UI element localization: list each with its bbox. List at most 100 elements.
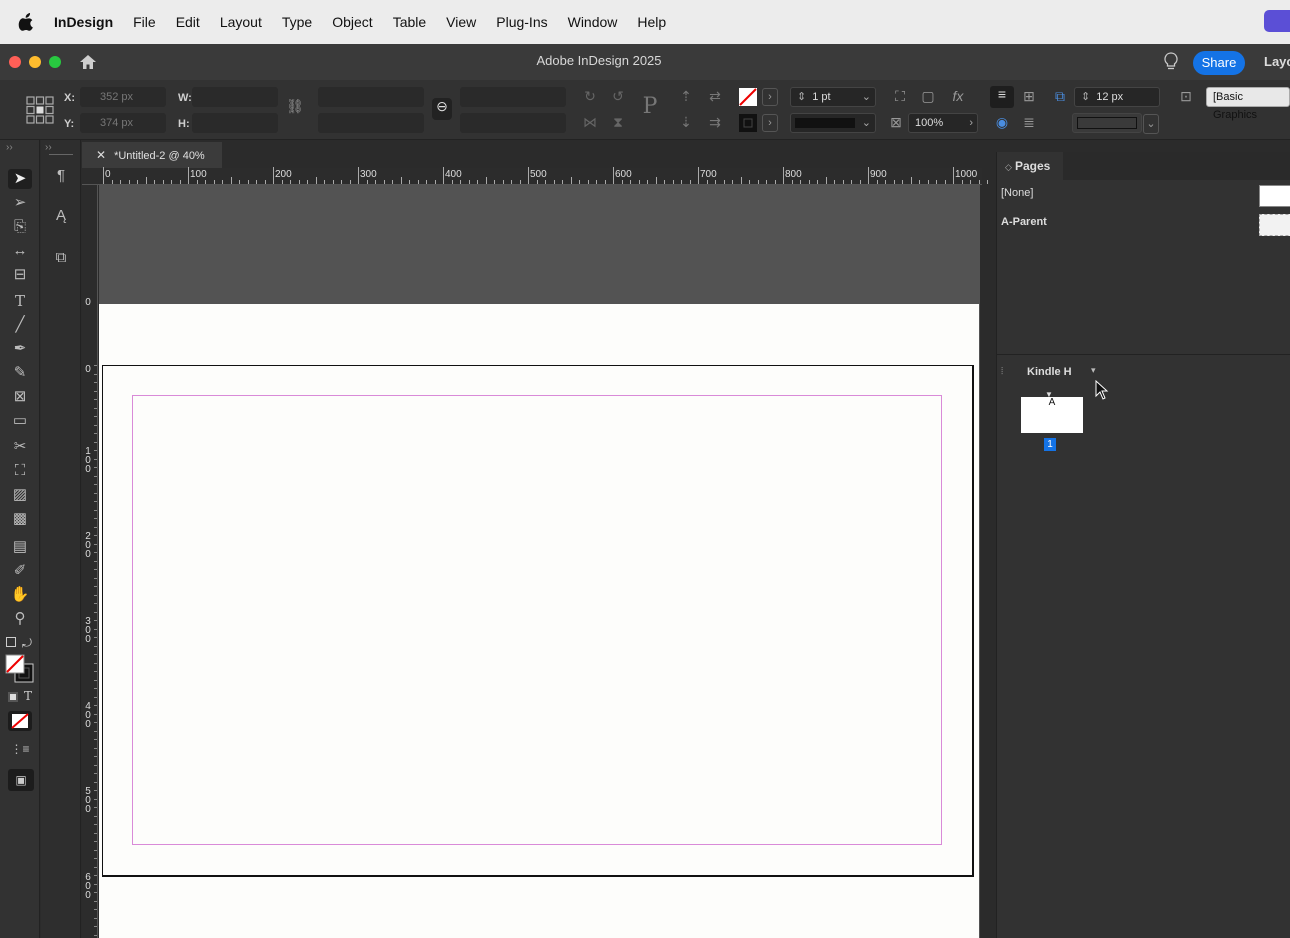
menu-plugins[interactable]: Plug-Ins [496,14,547,30]
menu-table[interactable]: Table [393,14,426,30]
stroke-weight-field[interactable]: ⇕ 1 pt ⌄ [790,87,876,107]
panel-divider[interactable] [997,354,1290,355]
zoom-tool-icon[interactable]: ⚲ [8,609,32,629]
view-mode-icon[interactable]: ▣ [8,769,34,791]
apply-none-icon[interactable] [8,711,32,731]
parent-a-thumbnail[interactable] [1259,214,1290,236]
select-previous-icon[interactable]: ⇄ [704,88,726,105]
collapse-dock-icon[interactable]: ›› [45,142,52,153]
menu-view[interactable]: View [446,14,476,30]
note-tool-icon[interactable]: ▤ [8,537,32,557]
paragraph-styles-icon[interactable]: ¶ [49,166,73,186]
formatting-container-icon[interactable] [8,692,18,702]
drop-shadow-icon[interactable]: ▢ [918,88,938,105]
menu-app-name[interactable]: InDesign [54,14,113,30]
constrain-proportions-icon[interactable]: ⛓ [286,98,304,115]
formatting-text-icon[interactable]: T [24,689,32,703]
fill-stroke-swatch-icon[interactable] [5,654,35,684]
gap-field[interactable]: ⇕ 12 px [1074,87,1160,107]
character-styles-icon[interactable]: Ą [49,206,73,226]
page-tool-icon[interactable]: ⎘ [8,217,32,237]
link-scale-icon[interactable]: ⊖ [432,98,452,120]
hand-tool-icon[interactable]: ✋ [8,585,32,605]
type-tool-icon[interactable]: T [8,291,32,311]
parent-none-label[interactable]: [None] [1001,187,1033,199]
line-tool-icon[interactable]: ╱ [8,315,32,335]
chevron-right-icon[interactable]: › [969,114,973,132]
frame-preset-dropdown[interactable] [1072,113,1142,133]
content-collector-icon[interactable]: ⊟ [8,265,32,285]
status-tray-icon[interactable] [1264,10,1290,32]
stroke-stepper-icon[interactable]: ⇕ [797,91,806,103]
reference-point-icon[interactable] [26,96,54,124]
gap-tool-icon[interactable]: ↔ [8,241,32,261]
effects-fx-icon[interactable]: fx [946,88,970,104]
horizontal-ruler[interactable]: 0 100 200 300 400 500 600 700 800 900 1000 [82,167,1031,185]
fill-none-swatch-icon[interactable] [738,87,758,107]
tab-document[interactable]: ✕ *Untitled-2 @ 40% [82,142,222,168]
stroke-dropdown-chevron-icon[interactable]: › [762,114,778,132]
menu-layout[interactable]: Layout [220,14,262,30]
scale-y-field[interactable] [318,113,424,133]
gap-stepper-icon[interactable]: ⇕ [1081,91,1090,103]
stroke-black-swatch-icon[interactable] [738,113,758,133]
rectangle-tool-icon[interactable]: ▭ [8,411,32,431]
select-content-icon[interactable]: ⇣ [676,114,696,131]
flip-vertical-icon[interactable]: ⧗ [608,114,628,131]
pen-tool-icon[interactable]: ✒ [8,339,32,359]
flip-horizontal-icon[interactable]: ⋈ [580,114,600,131]
opacity-field[interactable]: 100% › [908,113,978,133]
paragraph-frame-icon[interactable]: P [636,94,664,119]
chevron-down-icon[interactable]: ⌄ [1143,114,1159,134]
panel-expand-icon[interactable]: ◇ [1005,162,1012,173]
width-field[interactable] [192,87,278,107]
height-field[interactable] [192,113,278,133]
rectangle-frame-tool-icon[interactable]: ⊠ [8,387,32,407]
rotate-clockwise-icon[interactable]: ↻ [580,88,600,105]
chevron-down-icon[interactable]: ⌄ [862,114,871,132]
page-size-preset[interactable]: Kindle H [1027,366,1072,378]
menu-type[interactable]: Type [282,14,312,30]
fill-dropdown-chevron-icon[interactable]: › [762,88,778,106]
menu-edit[interactable]: Edit [176,14,200,30]
apple-logo-icon[interactable] [18,13,36,31]
workspace-switcher[interactable]: Layo [1264,54,1290,69]
text-wrap-none-icon[interactable]: ≡ [990,86,1014,108]
scale-x-field[interactable] [318,87,424,107]
menu-object[interactable]: Object [332,14,372,30]
direct-selection-tool-icon[interactable]: ➢ [8,193,32,213]
screen-mode-icon[interactable]: ⋮≡ [8,739,32,759]
rotate-counterclockwise-icon[interactable]: ↺ [608,88,628,105]
parent-a-label[interactable]: A-Parent [1001,216,1047,228]
rotation-angle-field[interactable] [460,87,566,107]
opacity-icon[interactable]: ⊠ [886,114,906,131]
stroke-type-dropdown[interactable]: ⌄ [790,113,876,133]
close-tab-icon[interactable]: ✕ [96,148,106,162]
chevron-down-icon[interactable]: ⌄ [862,88,871,106]
x-position-field[interactable]: 352 px [80,87,166,107]
fitting-icon[interactable]: ⛶ [890,88,910,105]
swap-colors-icon[interactable]: ⤾ [22,636,32,651]
page-1-thumbnail[interactable]: A [1021,397,1083,433]
selection-tool-icon[interactable]: ➤ [8,169,32,189]
align-options-icon[interactable]: ≣ [1018,114,1040,131]
menu-file[interactable]: File [133,14,156,30]
menu-help[interactable]: Help [637,14,666,30]
gradient-feather-tool-icon[interactable]: ▩ [8,509,32,529]
gap-tool-icon[interactable]: ⧉ [1050,88,1070,105]
eyedropper-tool-icon[interactable]: ✐ [8,561,32,581]
object-style-dropdown[interactable]: [Basic Graphics [1206,87,1290,121]
menu-window[interactable]: Window [568,14,618,30]
text-wrap-bounding-icon[interactable]: ⊞ [1018,88,1040,105]
preset-dropdown-icon[interactable]: ▾ [1091,365,1096,376]
parent-none-thumbnail[interactable] [1259,185,1290,207]
page-1-number[interactable]: 1 [1044,438,1056,451]
gradient-swatch-tool-icon[interactable]: ▨ [8,485,32,505]
collapse-panel-icon[interactable]: ›› [6,142,13,153]
links-panel-icon[interactable]: ⧉ [49,248,73,268]
select-container-icon[interactable]: ⇡ [676,88,696,105]
scissors-tool-icon[interactable]: ✂ [8,437,32,457]
auto-fit-icon[interactable]: ◉ [990,114,1014,131]
y-position-field[interactable]: 374 px [80,113,166,133]
vertical-ruler[interactable]: 0 0 1 0 0 2 0 0 3 0 0 4 0 0 5 0 0 6 0 0 [82,185,98,938]
